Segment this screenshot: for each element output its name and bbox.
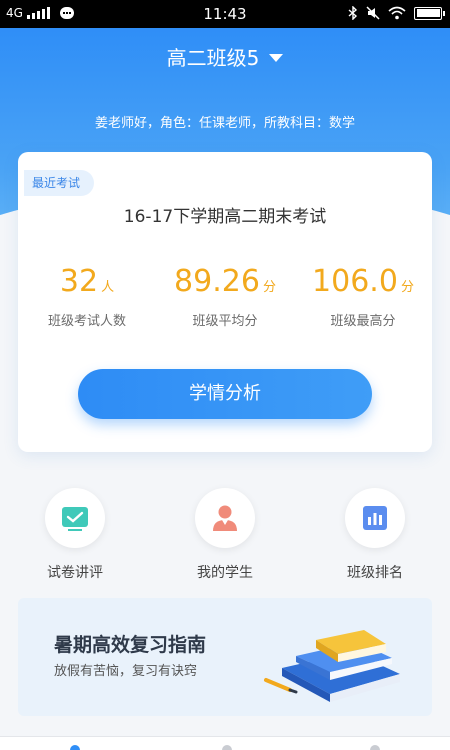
stat-value: 32 (59, 264, 99, 299)
books-illustration-icon (264, 630, 400, 702)
wifi-icon (388, 6, 406, 20)
nav-profile-icon[interactable] (370, 745, 380, 750)
action-paper-review[interactable]: 试卷讲评 (0, 488, 150, 582)
stat-highest-score: 106.0 分 班级最高分 (294, 262, 432, 329)
stat-exam-count: 32 人 班级考试人数 (18, 262, 156, 329)
stat-label: 班级最高分 (330, 314, 396, 329)
student-icon (213, 505, 237, 531)
action-label: 试卷讲评 (47, 565, 103, 581)
recent-exam-tag: 最近考试 (24, 170, 95, 196)
stat-unit: 分 (400, 280, 414, 295)
exam-stats: 32 人 班级考试人数 89.26 分 班级平均分 106.0 分 班级最高分 (18, 262, 432, 329)
stat-unit: 分 (262, 280, 276, 295)
learning-analysis-button[interactable]: 学情分析 (78, 369, 372, 419)
exam-name: 16-17下学期高二期末考试 (123, 207, 327, 227)
paper-review-icon (62, 507, 88, 531)
stat-label: 班级平均分 (192, 314, 258, 329)
bluetooth-icon (348, 6, 358, 20)
action-label: 班级排名 (347, 565, 403, 581)
status-bar: 4G 11:43 (0, 0, 450, 28)
quick-actions: 试卷讲评 我的学生 班级排名 (0, 488, 450, 582)
action-my-students[interactable]: 我的学生 (150, 488, 300, 582)
dropdown-triangle-icon (269, 53, 284, 62)
recent-exam-card: 最近考试 16-17下学期高二期末考试 32 人 班级考试人数 89.26 分 班级… (18, 152, 432, 452)
stat-label: 班级考试人数 (47, 314, 126, 329)
stat-value: 106.0 (312, 264, 398, 299)
class-selector[interactable]: 高二班级5 (0, 42, 450, 71)
teacher-greeting: 姜老师好，角色：任课老师，所教科目：数学 (94, 116, 355, 131)
nav-home-icon[interactable] (70, 745, 80, 750)
nav-discover-icon[interactable] (222, 745, 232, 750)
class-name: 高二班级5 (166, 46, 260, 70)
mute-icon (366, 6, 380, 20)
stat-unit: 人 (101, 280, 115, 295)
bottom-nav (0, 736, 450, 750)
review-guide-banner[interactable]: 暑期高效复习指南 放假有苦恼，复习有诀窍 (18, 598, 432, 716)
banner-title: 暑期高效复习指南 (54, 634, 207, 656)
action-class-ranking[interactable]: 班级排名 (300, 488, 450, 582)
stat-average-score: 89.26 分 班级平均分 (156, 262, 294, 329)
action-label: 我的学生 (197, 565, 253, 581)
battery-icon (414, 6, 445, 20)
banner-subtitle: 放假有苦恼，复习有诀窍 (54, 664, 198, 679)
stat-value: 89.26 (174, 264, 260, 299)
ranking-chart-icon (363, 506, 387, 530)
